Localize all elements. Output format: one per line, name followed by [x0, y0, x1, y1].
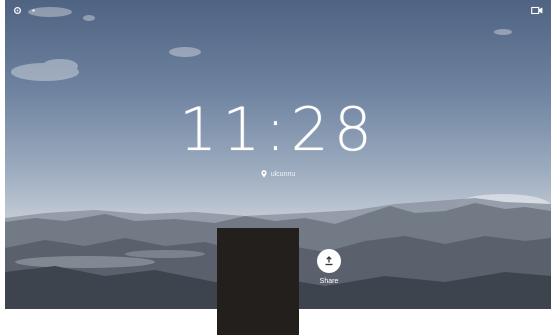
location: ulcunnu: [5, 170, 551, 178]
location-text: ulcunnu: [270, 170, 296, 178]
share-icon: [325, 256, 333, 266]
share-button[interactable]: Share: [315, 249, 343, 285]
page: 11:28 ulcunnu Share: [0, 0, 554, 335]
dot-icon: [32, 9, 35, 12]
share-button-circle[interactable]: [317, 249, 341, 273]
clock-time: 11:28: [179, 95, 377, 165]
occluding-panel: [217, 228, 299, 335]
status-icons-left: [13, 6, 38, 15]
location-pin-icon: [261, 170, 267, 178]
camera-icon[interactable]: [531, 6, 543, 15]
share-button-label: Share: [319, 278, 339, 285]
settings-icon[interactable]: [13, 6, 22, 15]
